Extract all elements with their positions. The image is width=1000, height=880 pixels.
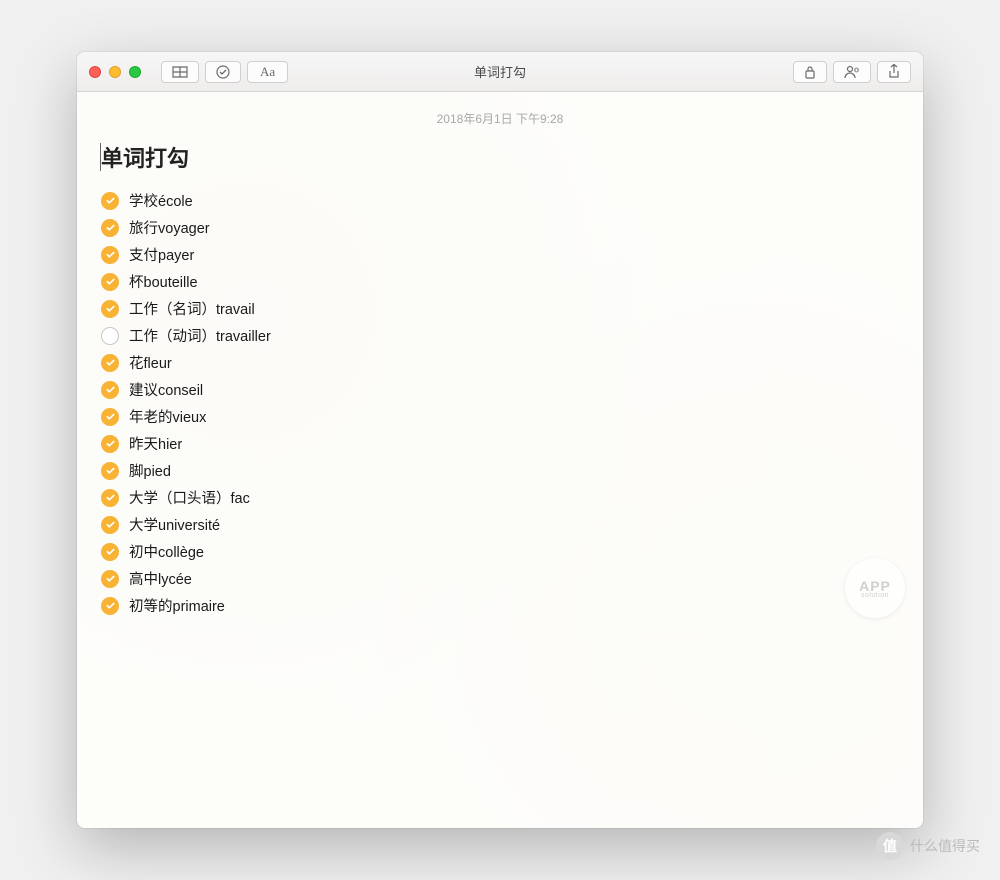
checklist-item[interactable]: 杯bouteille [101, 268, 899, 295]
checklist-item-text[interactable]: 大学（口头语）fac [129, 487, 250, 508]
checklist-item[interactable]: 支付payer [101, 241, 899, 268]
maximize-button[interactable] [129, 66, 141, 78]
checklist-item-text[interactable]: 初中collège [129, 541, 204, 562]
checklist-item[interactable]: 脚pied [101, 457, 899, 484]
check-circle-icon [216, 65, 230, 79]
notes-window: Aa 单词打勾 2018年6月1日 下午9:28 单词打勾 学校école 旅行v… [77, 52, 923, 828]
checklist-item[interactable]: 高中lycée [101, 565, 899, 592]
checkbox-unchecked-icon[interactable] [101, 327, 119, 345]
checklist-item[interactable]: 大学（口头语）fac [101, 484, 899, 511]
checklist-item[interactable]: 初等的primaire [101, 592, 899, 619]
checkbox-checked-icon[interactable] [101, 408, 119, 426]
checklist-item-text[interactable]: 工作（名词）travail [129, 298, 255, 319]
toolbar-right [793, 61, 911, 83]
checklist-item[interactable]: 旅行voyager [101, 214, 899, 241]
toolbar-left: Aa [161, 61, 288, 83]
checklist-item[interactable]: 工作（名词）travail [101, 295, 899, 322]
checkbox-checked-icon[interactable] [101, 570, 119, 588]
person-add-icon [844, 65, 860, 79]
checklist-item-text[interactable]: 工作（动词）travailler [129, 325, 271, 346]
note-timestamp: 2018年6月1日 下午9:28 [101, 110, 899, 127]
checkbox-checked-icon[interactable] [101, 219, 119, 237]
titlebar: Aa 单词打勾 [77, 52, 923, 92]
lock-button[interactable] [793, 61, 827, 83]
checklist-item-text[interactable]: 旅行voyager [129, 217, 210, 238]
checkbox-checked-icon[interactable] [101, 300, 119, 318]
traffic-lights [89, 66, 141, 78]
share-button[interactable] [877, 61, 911, 83]
site-badge: 值 [876, 832, 904, 860]
checklist-item[interactable]: 年老的vieux [101, 403, 899, 430]
checkbox-checked-icon[interactable] [101, 192, 119, 210]
note-content[interactable]: 2018年6月1日 下午9:28 单词打勾 学校école 旅行voyager 支付… [77, 92, 923, 828]
list-view-button[interactable] [161, 61, 199, 83]
checklist-item-text[interactable]: 脚pied [129, 460, 171, 481]
checkbox-checked-icon[interactable] [101, 435, 119, 453]
checklist-item-text[interactable]: 年老的vieux [129, 406, 206, 427]
site-watermark: 值 什么值得买 [876, 832, 980, 860]
checklist-item[interactable]: 学校école [101, 187, 899, 214]
checklist-item-text[interactable]: 学校école [129, 190, 193, 211]
checklist-item[interactable]: 建议conseil [101, 376, 899, 403]
checkbox-checked-icon[interactable] [101, 354, 119, 372]
checklist-item-text[interactable]: 建议conseil [129, 379, 203, 400]
format-button[interactable]: Aa [247, 61, 288, 83]
checklist-item[interactable]: 工作（动词）travailler [101, 322, 899, 349]
grid-icon [172, 66, 188, 78]
close-button[interactable] [89, 66, 101, 78]
share-icon [888, 64, 900, 79]
lock-icon [804, 65, 816, 79]
checklist-item-text[interactable]: 杯bouteille [129, 271, 198, 292]
checklist-item[interactable]: 初中collège [101, 538, 899, 565]
checklist-item-text[interactable]: 大学université [129, 514, 220, 535]
checklist-item-text[interactable]: 花fleur [129, 352, 172, 373]
note-title[interactable]: 单词打勾 [101, 141, 899, 173]
checklist-item[interactable]: 大学université [101, 511, 899, 538]
checkbox-checked-icon[interactable] [101, 543, 119, 561]
window-title: 单词打勾 [474, 62, 526, 81]
checklist-item[interactable]: 昨天hier [101, 430, 899, 457]
collaborate-button[interactable] [833, 61, 871, 83]
checkbox-checked-icon[interactable] [101, 489, 119, 507]
checklist-item-text[interactable]: 昨天hier [129, 433, 182, 454]
checkbox-checked-icon[interactable] [101, 381, 119, 399]
checkbox-checked-icon[interactable] [101, 516, 119, 534]
site-watermark-text: 什么值得买 [910, 836, 980, 856]
checklist-item-text[interactable]: 初等的primaire [129, 595, 225, 616]
checkbox-checked-icon[interactable] [101, 246, 119, 264]
checklist-item-text[interactable]: 支付payer [129, 244, 194, 265]
checkbox-checked-icon[interactable] [101, 597, 119, 615]
checkbox-checked-icon[interactable] [101, 273, 119, 291]
checklist-button[interactable] [205, 61, 241, 83]
checklist: 学校école 旅行voyager 支付payer 杯bouteille 工作（名词）t… [101, 187, 899, 619]
checklist-item[interactable]: 花fleur [101, 349, 899, 376]
minimize-button[interactable] [109, 66, 121, 78]
checklist-item-text[interactable]: 高中lycée [129, 568, 192, 589]
checkbox-checked-icon[interactable] [101, 462, 119, 480]
